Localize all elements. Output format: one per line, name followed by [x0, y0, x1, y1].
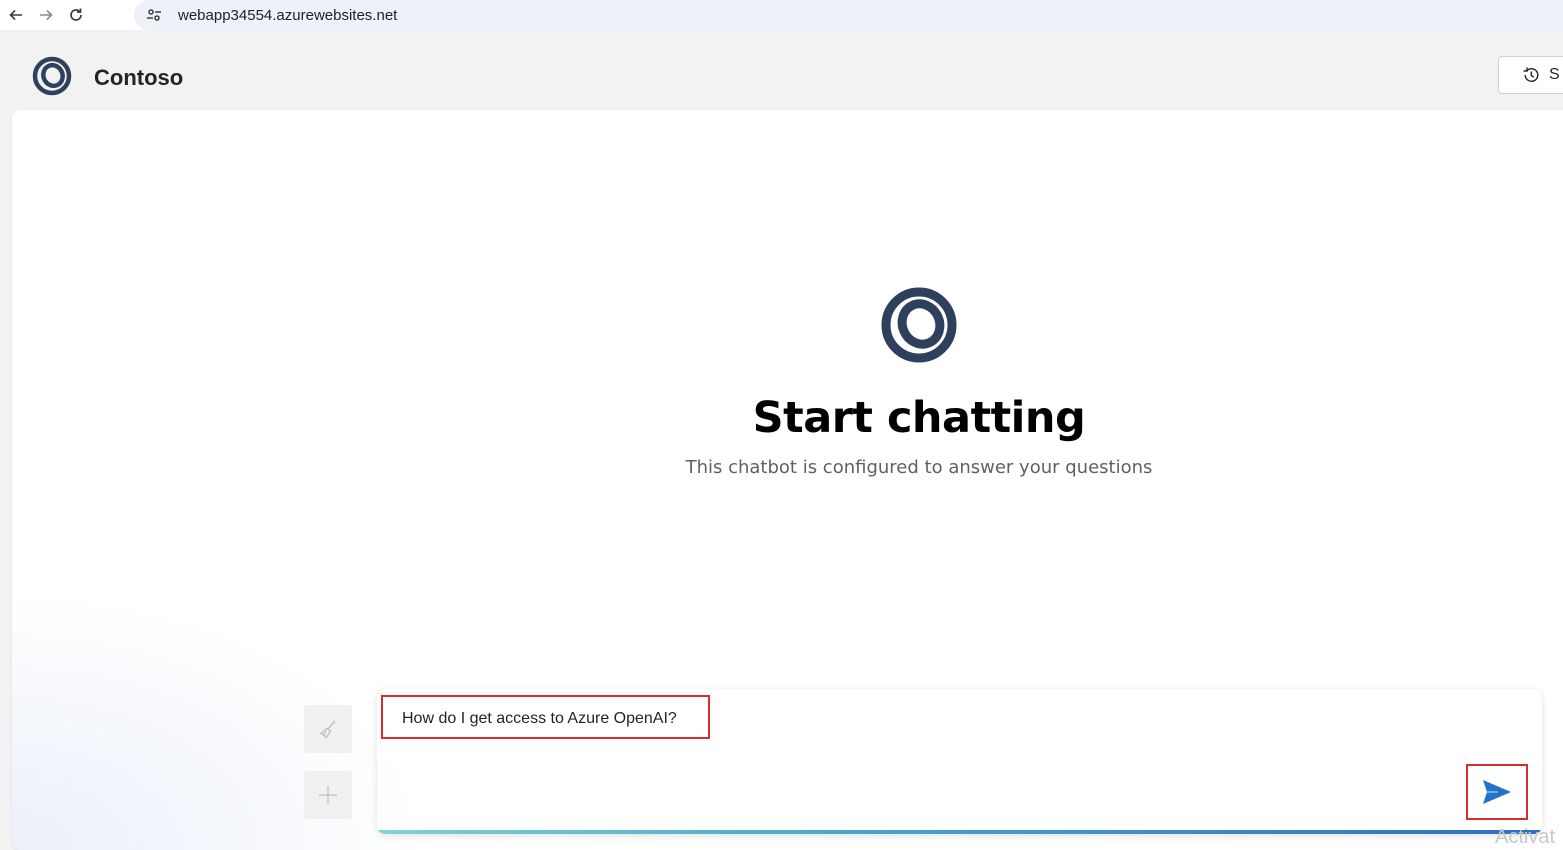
empty-state-subtitle: This chatbot is configured to answer you… — [685, 457, 1153, 478]
new-chat-button[interactable] — [304, 771, 352, 819]
send-button[interactable] — [1466, 764, 1528, 820]
back-button[interactable] — [2, 1, 30, 29]
address-bar[interactable]: webapp34554.azurewebsites.net — [134, 0, 1563, 30]
empty-state-title: Start chatting — [752, 393, 1086, 443]
arrow-left-icon — [9, 9, 22, 21]
show-history-button[interactable]: S — [1498, 56, 1563, 94]
url-text[interactable]: webapp34554.azurewebsites.net — [178, 7, 397, 24]
contoso-logo-icon — [32, 56, 72, 96]
chat-panel: Start chatting This chatbot is configure… — [12, 110, 1563, 850]
question-input-box[interactable]: How do I get access to Azure OpenAI? — [377, 689, 1542, 834]
question-input[interactable]: How do I get access to Azure OpenAI? — [381, 695, 710, 739]
arrow-right-icon — [40, 9, 53, 21]
forward-button[interactable] — [32, 1, 60, 29]
reload-icon — [70, 8, 82, 21]
app-title: Contoso — [94, 65, 184, 90]
history-button-label: S — [1549, 66, 1560, 83]
reload-button[interactable] — [62, 1, 90, 29]
send-icon — [1483, 780, 1511, 804]
broom-icon — [319, 720, 336, 739]
windows-activation-watermark: Activat — [1495, 826, 1556, 848]
site-info-button[interactable] — [142, 3, 166, 27]
input-accent-line — [377, 830, 1542, 834]
history-icon — [1523, 67, 1539, 82]
plus-icon — [319, 786, 337, 804]
chat-logo-icon — [881, 287, 957, 363]
clear-chat-button[interactable] — [304, 705, 352, 753]
empty-state: Start chatting This chatbot is configure… — [12, 285, 1563, 478]
browser-toolbar: webapp34554.azurewebsites.net — [0, 0, 1563, 30]
tune-icon — [147, 9, 161, 21]
app-header: Contoso S — [0, 42, 1563, 110]
